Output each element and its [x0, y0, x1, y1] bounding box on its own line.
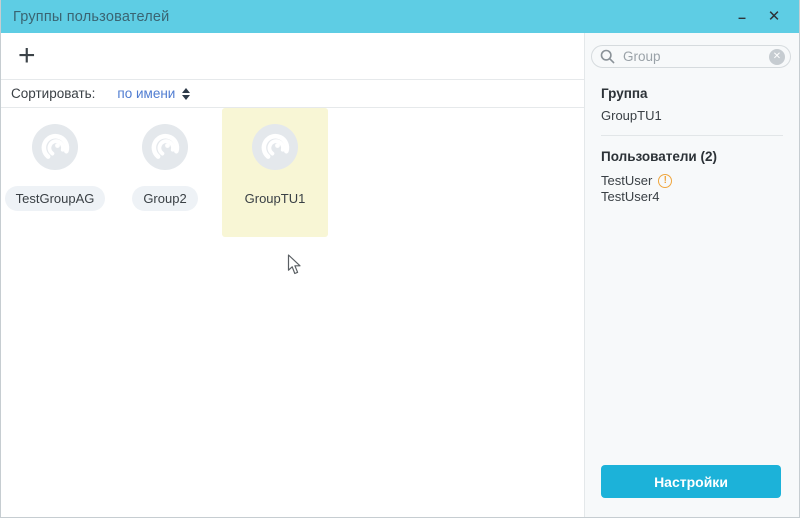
sort-direction-icon[interactable]: [182, 88, 190, 100]
divider: [601, 135, 783, 136]
group-label: TestGroupAG: [5, 186, 106, 211]
users-section-header: Пользователи (2): [601, 149, 783, 164]
group-tile-grouptu1[interactable]: GroupTU1: [222, 108, 328, 237]
users-list: TestUser ! TestUser4: [601, 173, 783, 204]
selected-group-name: GroupTU1: [601, 108, 783, 123]
settings-button[interactable]: Настройки: [601, 465, 781, 498]
sidebar-spacer: [585, 204, 799, 465]
group-name-label: GroupTU1: [241, 186, 310, 211]
search-icon: [600, 49, 615, 64]
clear-search-icon[interactable]: ✕: [769, 49, 785, 65]
group-logo-icon: [252, 124, 298, 170]
sort-label: Сортировать:: [11, 86, 95, 101]
sort-desc-triangle: [182, 95, 190, 100]
app-window: Группы пользователей – ✕ + Сортировать: …: [0, 0, 800, 518]
minimize-button[interactable]: –: [729, 5, 755, 29]
group-tiles: TestGroupAG Group2 GroupTU1: [1, 108, 584, 237]
titlebar: Группы пользователей – ✕: [1, 0, 799, 33]
user-row-testuser[interactable]: TestUser !: [601, 173, 783, 189]
mouse-cursor: [287, 254, 302, 276]
warning-icon: !: [658, 174, 672, 188]
sort-value-dropdown[interactable]: по имени: [117, 86, 175, 101]
group-logo-icon: [142, 124, 188, 170]
group-name-label: Group2: [132, 186, 197, 211]
group-section-header: Группа: [601, 86, 783, 101]
group-tile-group2[interactable]: Group2: [112, 108, 218, 237]
close-button[interactable]: ✕: [761, 5, 787, 29]
toolbar: +: [1, 33, 584, 80]
main-panel: + Сортировать: по имени TestGroupAG: [1, 33, 584, 517]
group-name-label: TestGroupAG: [5, 186, 106, 211]
window-body: + Сортировать: по имени TestGroupAG: [1, 33, 799, 517]
group-tile-testgroupag[interactable]: TestGroupAG: [2, 108, 108, 237]
sort-row: Сортировать: по имени: [1, 80, 584, 108]
add-group-button[interactable]: +: [14, 43, 40, 69]
user-row-testuser4[interactable]: TestUser4: [601, 189, 783, 205]
search-input[interactable]: [623, 49, 769, 64]
sort-asc-triangle: [182, 88, 190, 93]
window-controls: – ✕: [729, 5, 787, 29]
group-label: GroupTU1: [241, 186, 310, 211]
user-name: TestUser4: [601, 189, 660, 205]
sidebar: ✕ Группа GroupTU1 Пользователи (2) TestU…: [584, 33, 799, 517]
group-logo-icon: [32, 124, 78, 170]
group-details: Группа GroupTU1 Пользователи (2) TestUse…: [585, 68, 799, 204]
search-box[interactable]: ✕: [591, 45, 791, 68]
group-label: Group2: [132, 186, 197, 211]
user-name: TestUser: [601, 173, 652, 189]
window-title: Группы пользователей: [13, 9, 169, 25]
